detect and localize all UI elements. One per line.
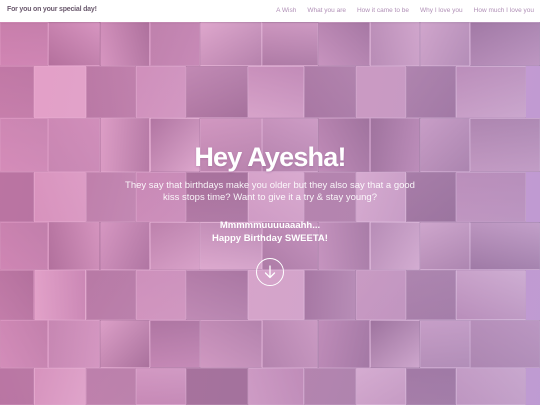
hero-message-line1: Mmmmmuuuuaaahh... — [219, 220, 321, 231]
hero-message: Mmmmmuuuuaaahh... Happy Birthday SWEETA! — [0, 219, 540, 245]
page: For you on your special day! A Wish What… — [0, 0, 540, 405]
hero-title: Hey Ayesha! — [194, 142, 346, 172]
hero-subtitle: They say that birthdays make you older b… — [125, 180, 415, 203]
nav-item-how-much-i-love-you[interactable]: How much I love you — [474, 7, 534, 14]
hero-section: Hey Ayesha! They say that birthdays make… — [0, 22, 540, 405]
nav-item-a-wish[interactable]: A Wish — [276, 7, 296, 14]
nav-item-how-it-came-to-be[interactable]: How it came to be — [357, 7, 409, 14]
nav-menu: A Wish What you are How it came to be Wh… — [276, 7, 534, 14]
brand-title[interactable]: For you on your special day! — [7, 6, 97, 13]
nav-item-what-you-are[interactable]: What you are — [307, 7, 346, 14]
arrow-down-icon — [264, 265, 276, 279]
hero-message-line2: Happy Birthday SWEETA! — [212, 233, 328, 244]
nav-item-why-i-love-you[interactable]: Why I love you — [420, 7, 463, 14]
navbar: For you on your special day! A Wish What… — [0, 0, 540, 22]
scroll-down-button[interactable] — [256, 258, 284, 286]
